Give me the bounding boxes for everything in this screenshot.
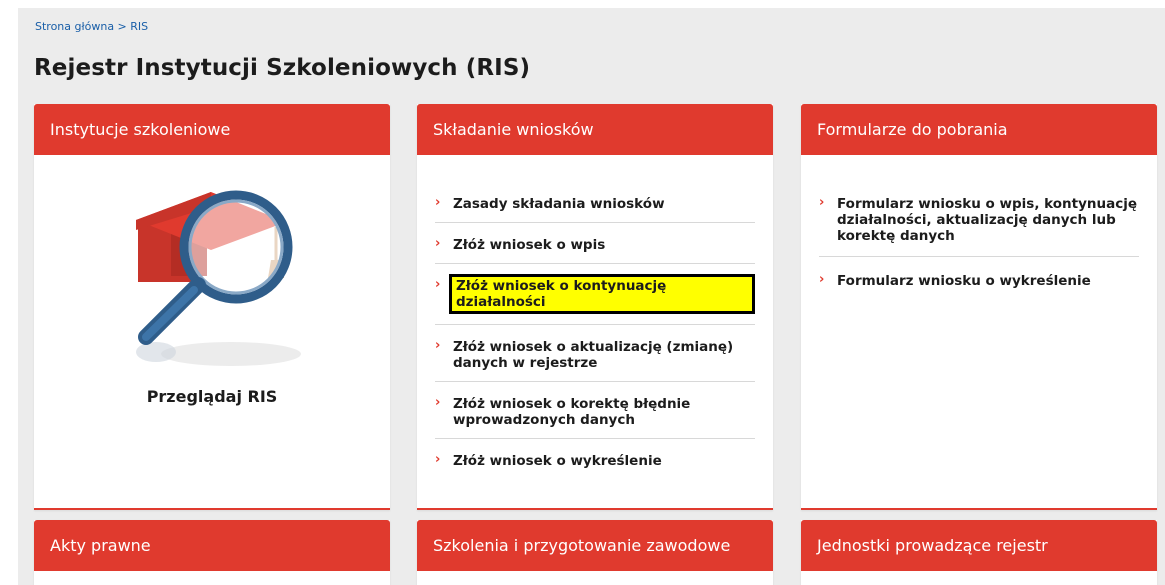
register-units-card: Jednostki prowadzące rejestr: [801, 520, 1157, 585]
application-link-rules[interactable]: › Zasady składania wniosków: [435, 192, 755, 223]
breadcrumb-home-link[interactable]: Strona główna: [35, 20, 114, 33]
applications-card-header[interactable]: Składanie wniosków: [417, 104, 773, 155]
application-link-entry[interactable]: › Złóż wniosek o wpis: [435, 233, 755, 264]
chevron-right-icon: ›: [819, 272, 825, 287]
highlighted-link-label: Złóż wniosek o kontynuację działalności: [449, 274, 755, 314]
legal-acts-card-header[interactable]: Akty prawne: [34, 520, 390, 571]
chevron-right-icon: ›: [435, 338, 441, 353]
institutions-card: Instytucje szkoleniowe Przeglądaj RIS: [34, 104, 390, 510]
training-card: Szkolenia i przygotowanie zawodowe: [417, 520, 773, 585]
browse-ris-link[interactable]: Przeglądaj RIS: [34, 387, 390, 406]
register-units-card-header[interactable]: Jednostki prowadzące rejestr: [801, 520, 1157, 571]
form-link-application[interactable]: › Formularz wniosku o wpis, kontynuację d…: [819, 192, 1139, 257]
chevron-right-icon: ›: [435, 395, 441, 410]
training-card-header[interactable]: Szkolenia i przygotowanie zawodowe: [417, 520, 773, 571]
application-link-update[interactable]: › Złóż wniosek o aktualizację (zmianę) da…: [435, 335, 755, 382]
magnifier-graduation-cap-icon[interactable]: [116, 182, 316, 382]
chevron-right-icon: ›: [435, 452, 441, 467]
forms-link-list: › Formularz wniosku o wpis, kontynuację d…: [819, 192, 1139, 313]
legal-acts-card: Akty prawne: [34, 520, 390, 585]
application-link-correction[interactable]: › Złóż wniosek o korektę błędnie wprowadz…: [435, 392, 755, 439]
application-link-continuation[interactable]: › Złóż wniosek o kontynuację działalności: [435, 274, 755, 325]
application-link-deletion[interactable]: › Złóż wniosek o wykreślenie: [435, 449, 755, 479]
form-link-deletion[interactable]: › Formularz wniosku o wykreślenie: [819, 269, 1139, 301]
chevron-right-icon: ›: [435, 236, 441, 251]
breadcrumb-separator: >: [114, 20, 131, 33]
forms-card-header[interactable]: Formularze do pobrania: [801, 104, 1157, 155]
institutions-card-header[interactable]: Instytucje szkoleniowe: [34, 104, 390, 155]
forms-card: Formularze do pobrania › Formularz wniosk…: [801, 104, 1157, 510]
chevron-right-icon: ›: [435, 195, 441, 210]
chevron-right-icon: ›: [819, 195, 825, 210]
page-title: Rejestr Instytucji Szkoleniowych (RIS): [34, 55, 531, 81]
applications-link-list: › Zasady składania wniosków › Złóż wniosek…: [435, 192, 755, 489]
applications-card: Składanie wniosków › Zasady składania wni…: [417, 104, 773, 510]
breadcrumb: Strona główna > RIS: [35, 20, 148, 33]
breadcrumb-current-link[interactable]: RIS: [130, 20, 148, 33]
chevron-right-icon: ›: [435, 277, 441, 292]
